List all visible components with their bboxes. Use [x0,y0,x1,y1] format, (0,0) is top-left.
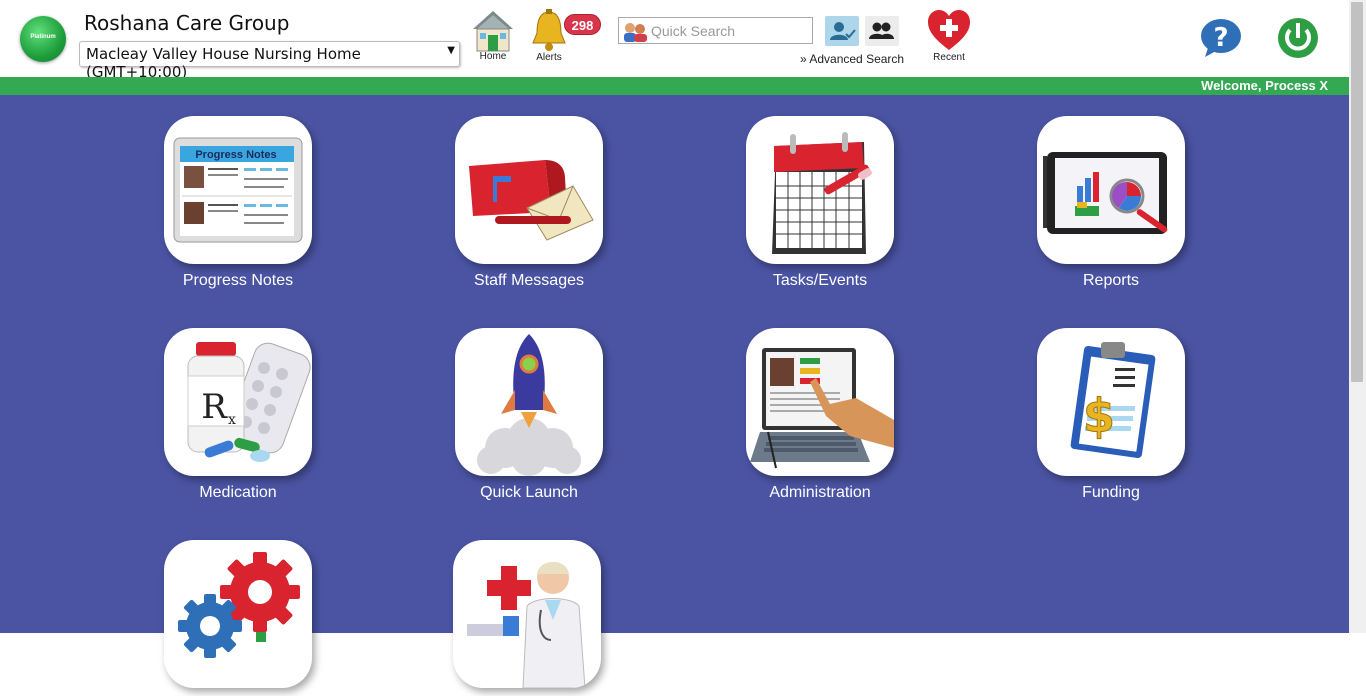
medication-icon: R x [164,328,312,476]
logout-button[interactable] [1277,17,1319,59]
tile-administration[interactable]: Administration [746,328,894,502]
advanced-search-label: Advanced Search [809,52,905,66]
svg-text:Progress Notes: Progress Notes [195,149,276,161]
heart-icon [928,10,970,50]
top-bar: Platinum Roshana Care Group Macleay Vall… [0,0,1349,81]
progress-notes-icon: Progress Notes [164,116,312,264]
reports-tablet-icon [1037,116,1185,264]
quick-search[interactable] [618,17,813,44]
double-chevron-icon: » [800,52,807,66]
users-icon [869,22,894,39]
scrollbar-thumb[interactable] [1351,2,1363,382]
home-button[interactable]: Home [470,9,516,62]
tile-quick-launch[interactable]: Quick Launch [455,328,603,502]
power-icon [1278,18,1318,58]
welcome-bar: Welcome, Process X [0,77,1349,95]
welcome-text: Welcome, Process X [1201,78,1328,93]
tile-label: Progress Notes [182,272,294,289]
rocket-icon [455,328,603,476]
tile-label: Tasks/Events [772,272,868,289]
facility-value: Macleay Valley House Nursing Home (GMT+1… [86,45,361,81]
alerts-badge: 298 [564,14,601,35]
tile-reports[interactable]: Reports [1037,116,1185,290]
people-search-icon [621,20,649,47]
tile-label: Quick Launch [480,484,578,501]
quick-search-input[interactable] [651,21,806,40]
laptop-touch-icon [746,328,894,476]
mailbox-icon [455,116,603,264]
advanced-search-link[interactable]: » Advanced Search [800,52,904,66]
org-name: Roshana Care Group [84,11,290,35]
vertical-scrollbar[interactable] [1349,0,1366,633]
logo-text: Platinum [30,34,56,40]
help-button[interactable]: ? [1200,18,1242,58]
recent-button[interactable]: Recent [926,8,972,63]
svg-text:$: $ [1083,389,1115,443]
alerts-button[interactable]: Alerts [529,9,569,63]
tile-label: Reports [1082,272,1140,289]
bell-icon [532,9,566,51]
clipboard-dollar-icon: $ [1037,328,1185,476]
help-icon: ? [1201,19,1241,57]
svg-text:?: ? [1213,23,1228,53]
tile-label: Staff Messages [474,272,584,289]
home-label: Home [479,51,507,62]
tile-clinical[interactable] [453,540,601,696]
svg-text:x: x [228,412,236,428]
platinum-logo[interactable]: Platinum [20,16,66,62]
tile-staff-messages[interactable]: Staff Messages [455,116,603,290]
svg-text:R: R [201,387,228,427]
tile-funding[interactable]: $ Funding [1037,328,1185,502]
tile-settings[interactable] [164,540,312,696]
tile-label: Funding [1082,484,1140,501]
alerts-label: Alerts [536,52,562,63]
tile-label: Medication [199,484,277,501]
staff-search-button[interactable] [865,16,899,46]
tile-progress-notes[interactable]: Progress Notes Progress Notes [164,116,312,290]
recent-label: Recent [933,52,965,63]
caret-down-icon: ▼ [447,45,455,56]
calendar-icon [746,116,894,264]
gears-icon [164,540,312,688]
tile-label: Administration [769,484,871,501]
dashboard: Progress Notes Progress Notes Staff Mess… [0,95,1349,688]
doctor-icon [453,540,601,688]
facility-select[interactable]: Macleay Valley House Nursing Home (GMT+1… [79,41,460,81]
home-icon [473,11,513,52]
tile-medication[interactable]: R x Medication [164,328,312,502]
resident-search-button[interactable] [825,16,859,46]
tile-tasks-events[interactable]: Tasks/Events [746,116,894,290]
user-check-icon [830,22,856,40]
